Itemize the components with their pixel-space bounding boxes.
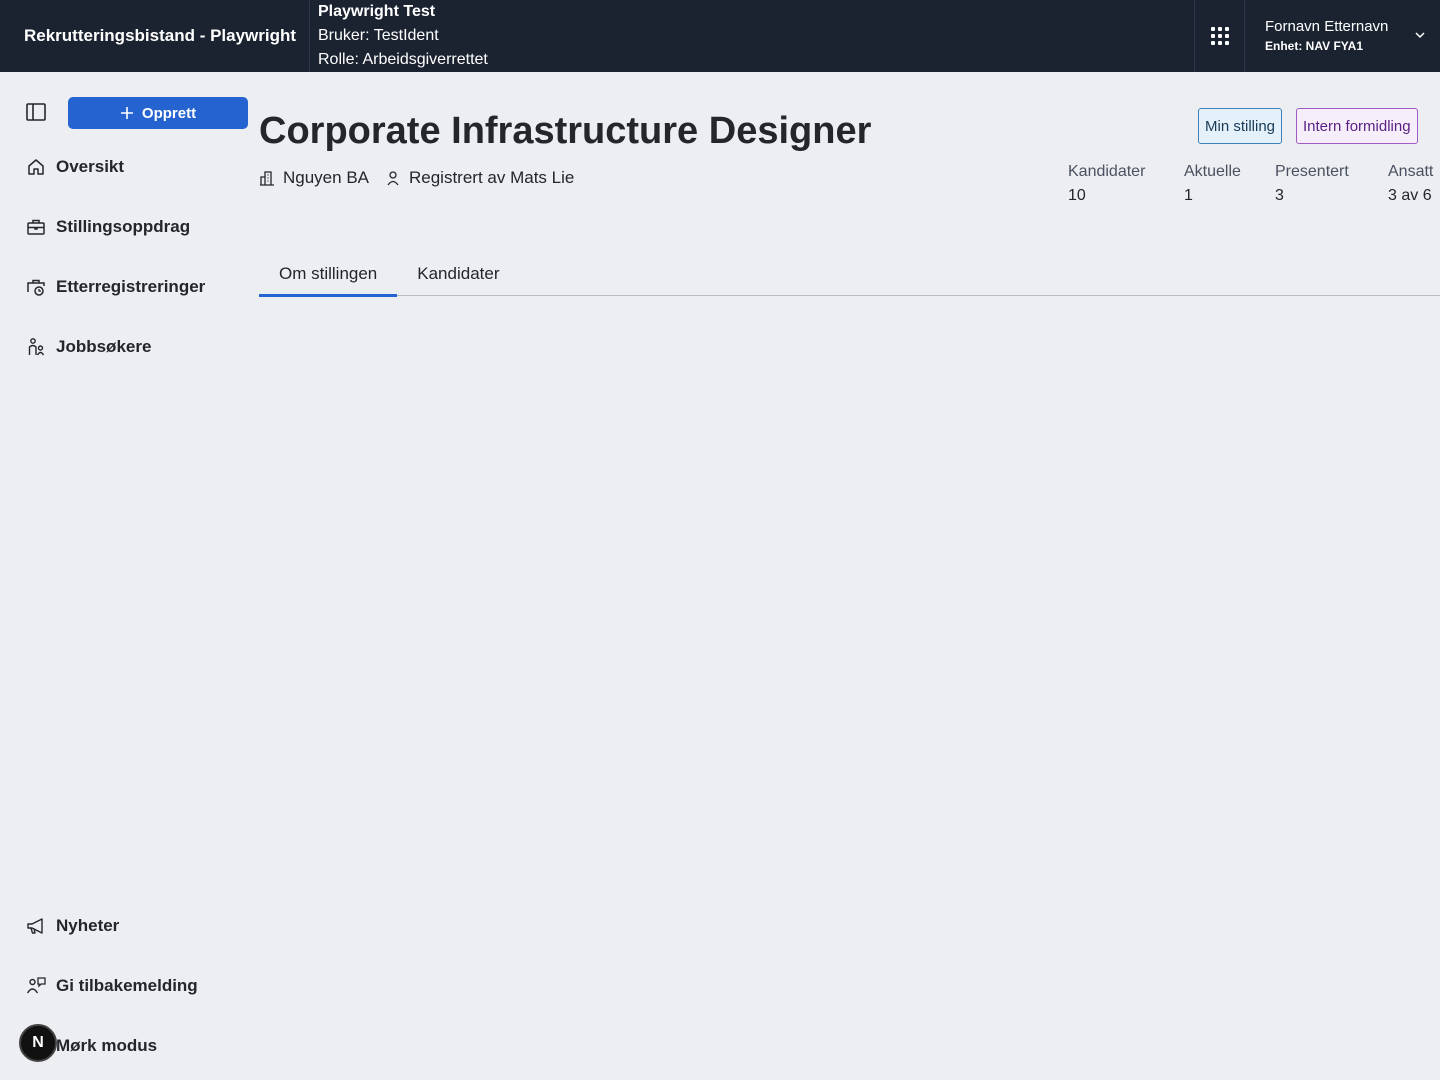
- stat-value: 3: [1275, 187, 1284, 204]
- stat-ansatt: Ansatt 3 av 6: [1388, 160, 1440, 208]
- test-info: Playwright Test Bruker: TestIdent Rolle:…: [310, 0, 1194, 72]
- sidebar-item-label: Gi tilbakemelding: [56, 976, 198, 995]
- stat-label: Ansatt: [1388, 163, 1434, 180]
- devtools-badge[interactable]: N: [19, 1024, 57, 1062]
- registered-by: Registrert av Mats Lie: [409, 168, 575, 187]
- tag-min-stilling: Min stilling: [1198, 108, 1283, 144]
- tab-kandidater[interactable]: Kandidater: [397, 252, 519, 296]
- sidebar-item-label: Mørk modus: [56, 1036, 158, 1055]
- registered-by-info: Registrert av Mats Lie: [385, 168, 574, 188]
- sidebar-item-oversikt[interactable]: Oversikt: [26, 157, 124, 177]
- briefcase-icon: [27, 219, 45, 235]
- sidebar-item-label: Etterregistreringer: [56, 277, 206, 296]
- stat-label: Aktuelle: [1184, 163, 1241, 180]
- tab-bar: Om stillingen Kandidater: [259, 252, 1440, 297]
- sidebar-item-label: Jobbsøkere: [56, 337, 152, 356]
- sidebar-item-label: Nyheter: [56, 916, 120, 935]
- sidebar-item-feedback[interactable]: Gi tilbakemelding: [26, 976, 198, 996]
- building-icon: [260, 171, 274, 186]
- top-header: Rekrutteringsbistand - Playwright Playwr…: [0, 0, 1440, 72]
- tab-om-stillingen[interactable]: Om stillingen: [259, 252, 398, 297]
- candidate-stats: Kandidater 10 Aktuelle 1 Presentert 3 An…: [1068, 160, 1440, 208]
- user-name: Fornavn Etternavn: [1265, 18, 1389, 35]
- sidebar-item-label: Stillingsoppdrag: [56, 217, 191, 236]
- apps-menu-button[interactable]: [1194, 0, 1244, 72]
- page-title: Corporate Infrastructure Designer: [259, 110, 872, 152]
- user-unit: Enhet: NAV FYA1: [1265, 39, 1364, 53]
- job-meta: Nguyen BA Registrert av Mats Lie: [259, 168, 574, 188]
- test-user: Bruker: TestIdent: [318, 27, 439, 44]
- create-button[interactable]: Opprett: [68, 97, 248, 129]
- chevron-down-icon: [1415, 32, 1425, 39]
- app-brand[interactable]: Rekrutteringsbistand - Playwright: [0, 0, 310, 72]
- feedback-icon: [26, 977, 46, 994]
- plus-icon: [120, 107, 133, 119]
- stat-kandidater: Kandidater 10: [1068, 160, 1184, 208]
- create-label: Opprett: [141, 104, 197, 122]
- person-icon: [387, 171, 399, 186]
- sidebar-item-etterregistreringer[interactable]: Etterregistreringer: [26, 277, 205, 297]
- briefcase-clock-icon: [27, 279, 45, 296]
- stat-value: 3 av 6: [1388, 187, 1432, 204]
- sidebar-item-label: Oversikt: [56, 157, 125, 176]
- stat-aktuelle: Aktuelle 1: [1184, 160, 1275, 208]
- people-icon: [28, 338, 45, 356]
- tag-intern-formidling: Intern formidling: [1296, 108, 1418, 144]
- sidebar-item-jobbsokere[interactable]: Jobbsøkere: [26, 337, 151, 357]
- home-icon: [28, 159, 44, 175]
- stat-value: 1: [1184, 187, 1193, 204]
- grid-icon: [1210, 27, 1229, 45]
- test-title: Playwright Test: [318, 3, 436, 20]
- employer-info: Nguyen BA: [259, 168, 369, 188]
- sidebar-item-stillingsoppdrag[interactable]: Stillingsoppdrag: [26, 217, 190, 237]
- stat-presentert: Presentert 3: [1275, 160, 1388, 208]
- stat-value: 10: [1068, 187, 1086, 204]
- stat-label: Presentert: [1275, 163, 1349, 180]
- test-role: Rolle: Arbeidsgiverrettet: [318, 51, 488, 68]
- employer-name: Nguyen BA: [283, 168, 369, 187]
- sidebar-item-nyheter[interactable]: Nyheter: [26, 916, 119, 936]
- sidebar-toggle-icon[interactable]: [26, 103, 46, 121]
- megaphone-icon: [27, 918, 43, 934]
- stat-label: Kandidater: [1068, 163, 1146, 180]
- user-menu-button[interactable]: Fornavn Etternavn Enhet: NAV FYA1: [1244, 0, 1440, 72]
